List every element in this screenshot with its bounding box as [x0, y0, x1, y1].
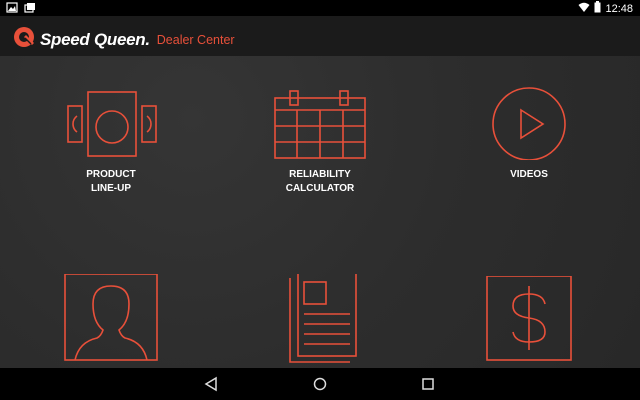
status-time: 12:48 [605, 2, 633, 15]
tile-label: VIDEOS [510, 169, 548, 180]
play-icon [429, 84, 629, 160]
home-icon[interactable] [312, 376, 328, 397]
app-bar: Speed Queen. Dealer Center [0, 16, 640, 56]
tile-reliability-calculator[interactable]: RELIABILITY CALCULATOR [220, 90, 420, 196]
brand-name: Speed Queen. [40, 29, 150, 49]
image-icon [6, 2, 18, 16]
tile-product-lineup[interactable]: PRODUCT LINE-UP [11, 90, 211, 196]
wifi-icon [578, 2, 590, 16]
battery-icon [594, 1, 601, 16]
product-lineup-icon [11, 90, 211, 160]
tile-documents[interactable] [220, 274, 420, 364]
tile-videos[interactable]: VIDEOS [429, 84, 629, 182]
navigation-bar [0, 368, 640, 400]
tile-label: PRODUCT LINE-UP [86, 169, 136, 194]
tile-pricing[interactable] [429, 276, 629, 366]
tile-person[interactable] [11, 274, 211, 364]
dollar-icon [429, 276, 629, 366]
back-icon[interactable] [204, 376, 218, 397]
dashboard-grid: PRODUCT LINE-UP RELIABILITY CALCULATOR V… [0, 56, 640, 368]
status-bar: 12:48 [0, 0, 640, 16]
person-profile-icon [11, 274, 211, 364]
document-icon [220, 274, 420, 364]
q-logo-icon [13, 26, 35, 53]
app-logo[interactable]: Speed Queen. Dealer Center [13, 26, 235, 53]
recents-icon[interactable] [421, 376, 435, 397]
status-right: 12:48 [578, 1, 633, 16]
photo-stack-icon [24, 2, 36, 16]
calendar-icon [220, 90, 420, 160]
tile-label: RELIABILITY CALCULATOR [285, 169, 355, 194]
app-subtitle: Dealer Center [156, 32, 235, 47]
status-left [6, 2, 36, 16]
